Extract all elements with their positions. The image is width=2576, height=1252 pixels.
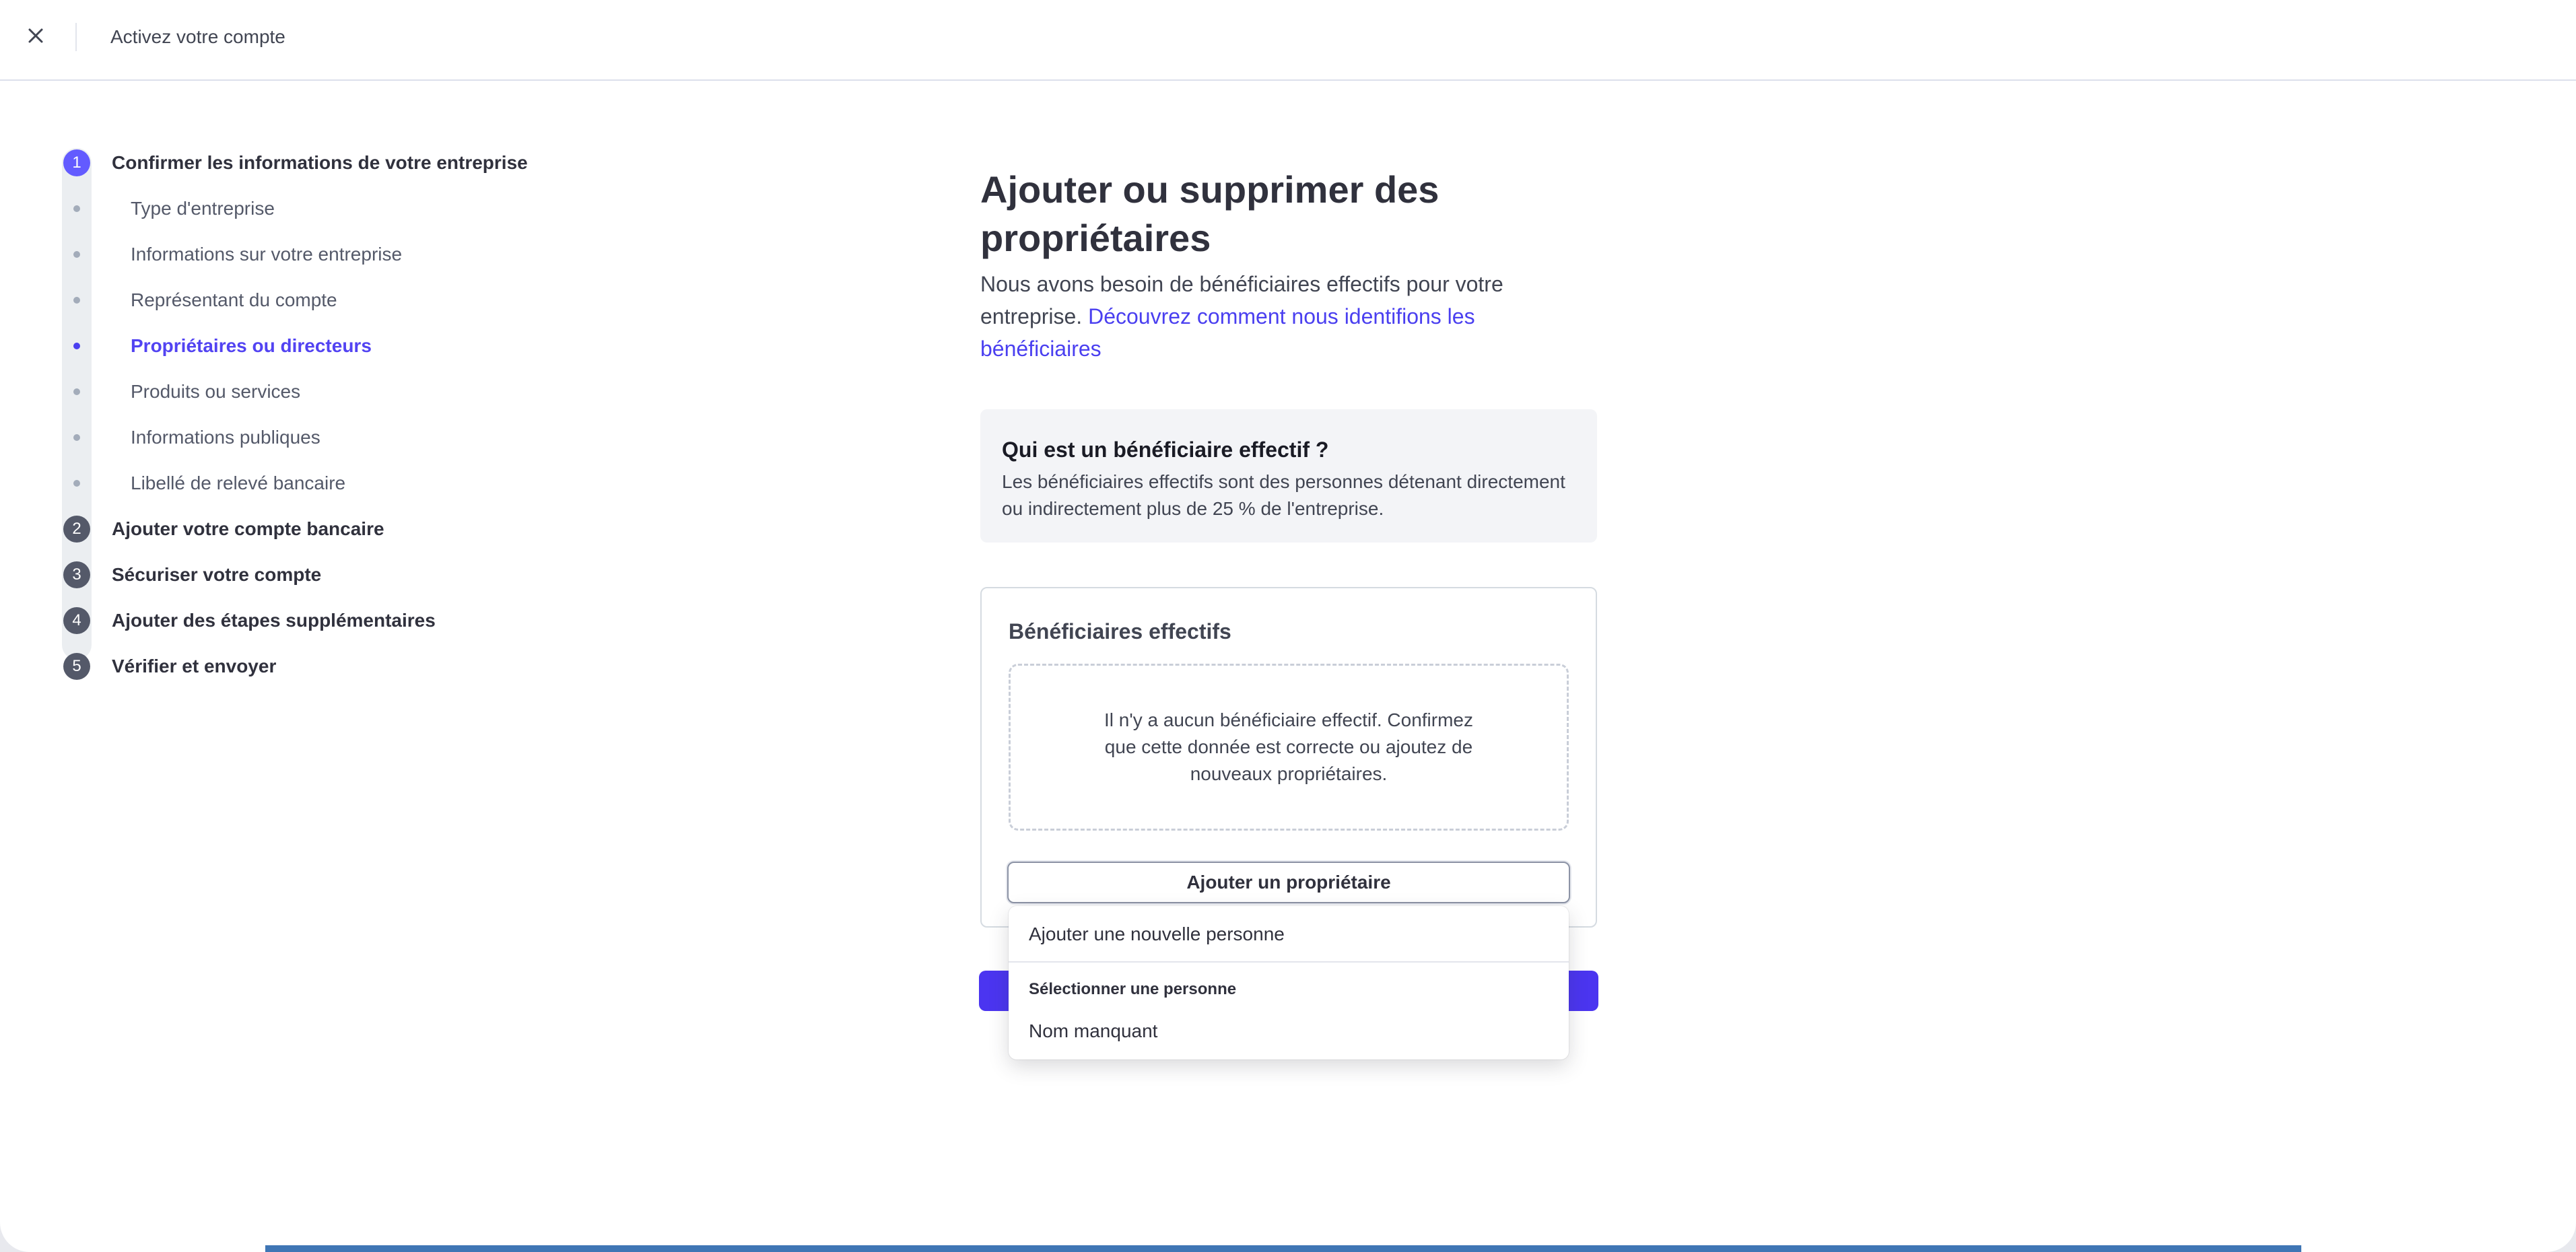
owners-card-title: Bénéficiaires effectifs xyxy=(1009,619,1231,644)
step-label-4: Ajouter des étapes supplémentaires xyxy=(112,610,436,631)
step-number-5: 5 xyxy=(63,653,90,680)
substep-dot xyxy=(73,205,80,212)
substep-dot xyxy=(73,388,80,395)
substep-label: Représentant du compte xyxy=(131,289,337,310)
substep-label: Type d'entreprise xyxy=(131,198,275,219)
substep-dot xyxy=(73,251,80,258)
step-label-3: Sécuriser votre compte xyxy=(112,564,322,585)
empty-state-text: Il n'y a aucun bénéficiaire effectif. Co… xyxy=(1104,709,1473,784)
substep-label-active: Propriétaires ou directeurs xyxy=(131,335,372,356)
empty-state: Il n'y a aucun bénéficiaire effectif. Co… xyxy=(1009,664,1569,831)
background-strip xyxy=(265,1245,2301,1252)
substep-dot xyxy=(73,297,80,304)
add-owner-button[interactable]: Ajouter un propriétaire xyxy=(1007,862,1570,903)
substep-dot-active xyxy=(73,343,80,349)
substep-dot xyxy=(73,434,80,441)
substep-label: Informations sur votre entreprise xyxy=(131,244,403,265)
step-number-4: 4 xyxy=(63,607,90,634)
section-title: Ajouter ou supprimer des propriétaires xyxy=(980,168,1439,259)
step-number-3: 3 xyxy=(63,561,90,588)
step-number-1: 1 xyxy=(63,149,90,176)
close-button[interactable] xyxy=(24,24,47,47)
info-callout-title: Qui est un bénéficiaire effectif ? xyxy=(1002,438,1329,462)
info-callout-text: Les bénéficiaires effectifs sont des per… xyxy=(1002,471,1565,519)
step-label-1: Confirmer les informations de votre entr… xyxy=(112,152,528,173)
substep-label: Libellé de relevé bancaire xyxy=(131,473,346,493)
page-title: Activez votre compte xyxy=(110,26,285,47)
close-icon xyxy=(28,28,43,43)
top-bar: Activez votre compte xyxy=(0,0,2576,81)
add-owner-menu: Ajouter une nouvelle personne Sélectionn… xyxy=(1009,906,1569,1059)
menu-divider xyxy=(1009,961,1569,963)
info-callout: Qui est un bénéficiaire effectif ? Les b… xyxy=(980,409,1597,543)
top-divider xyxy=(75,23,77,51)
menu-item-person[interactable]: Nom manquant xyxy=(1029,1018,1157,1045)
menu-section-heading: Sélectionner une personne xyxy=(1029,980,1237,998)
step-label-2: Ajouter votre compte bancaire xyxy=(112,518,384,539)
substep-label: Produits ou services xyxy=(131,381,301,402)
step-number-2: 2 xyxy=(63,516,90,543)
substep-label: Informations publiques xyxy=(131,427,320,448)
beneficial-owners-card: Bénéficiaires effectifs Il n'y a aucun b… xyxy=(980,587,1597,928)
substep-dot xyxy=(73,480,80,487)
step-label-5: Vérifier et envoyer xyxy=(112,656,277,676)
menu-item-add-new-person[interactable]: Ajouter une nouvelle personne xyxy=(1029,921,1285,948)
intro-paragraph: Nous avons besoin de bénéficiaires effec… xyxy=(980,268,1600,365)
app-window: Activez votre compte 1 Confirmer les inf… xyxy=(0,0,2576,1252)
